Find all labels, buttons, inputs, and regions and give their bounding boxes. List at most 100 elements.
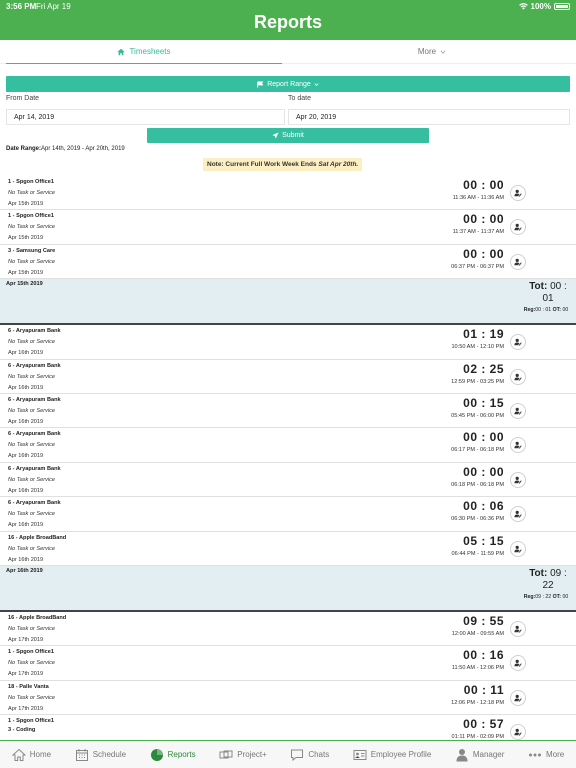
entry-time-range: 11:36 AM - 11:36 AM <box>452 195 504 201</box>
from-date-label: From Date <box>6 95 40 102</box>
edit-entry-button[interactable] <box>510 185 526 201</box>
status-bar: 3:56 PM Fri Apr 19 100% <box>0 2 576 12</box>
entry-job-name: 1 - Spgon Office1 <box>8 649 54 656</box>
entry-time-range: 11:37 AM - 11:37 AM <box>452 229 504 236</box>
timesheet-entry: 6 - Aryapuram Bank No Task or Service Apr … <box>0 360 576 394</box>
entry-date: Apr 15th 2019 <box>8 235 44 242</box>
user-edit-icon <box>514 728 522 736</box>
user-edit-icon <box>514 625 522 633</box>
nav-reports[interactable]: Reports <box>150 748 196 762</box>
entry-duration: 01 : 19 <box>463 327 504 342</box>
entry-time-range: 06:37 PM - 06:37 PM <box>451 263 504 270</box>
entry-date: Apr 16th 2019 <box>8 384 44 391</box>
from-date-field[interactable]: Apr 14, 2019 <box>6 109 285 125</box>
work-week-note: Note: Current Full Work Week Ends Sat Ap… <box>203 158 363 171</box>
entry-duration: 00 : 57 <box>463 717 504 732</box>
day-summary: Apr 16th 2019 Tot: 09 : 22 Reg:09 : 22 OT:… <box>0 565 576 612</box>
user-edit-icon <box>514 258 522 266</box>
edit-entry-button[interactable] <box>510 253 526 270</box>
entry-time-range: 11:50 AM - 12:06 PM <box>451 665 504 672</box>
chevron-down-icon <box>314 82 319 86</box>
entry-time-range: 10:50 AM - 12:10 PM <box>451 344 504 351</box>
entry-duration: 00 : 00 <box>463 212 504 227</box>
user-edit-icon <box>514 407 522 415</box>
report-range-label: Report Range <box>267 80 311 88</box>
edit-entry-button[interactable] <box>510 655 526 672</box>
nav-home[interactable]: Home <box>11 748 52 762</box>
summary-date: Apr 15th 2019 <box>6 281 43 288</box>
summary-total-value: 00 : 01 <box>542 281 567 305</box>
edit-entry-button[interactable] <box>510 540 526 557</box>
entry-job-name: 6 - Aryapuram Bank <box>8 362 61 369</box>
nav-schedule[interactable]: Schedule <box>75 748 126 762</box>
tab-timesheets[interactable]: Timesheets <box>0 40 288 63</box>
entry-date: Apr 16th 2019 <box>8 522 44 529</box>
entry-date: Apr 15th 2019 <box>8 201 44 207</box>
active-tab-indicator <box>6 63 282 64</box>
person-icon <box>455 748 469 762</box>
home-icon <box>11 748 26 762</box>
summary-total: Tot: 09 : 22 <box>526 568 570 592</box>
edit-entry-button[interactable] <box>510 437 526 454</box>
nav-label: Home <box>29 750 52 759</box>
entry-job-name: 1 - Spgon Office1 <box>8 718 54 725</box>
timesheet-entry: 1 - Spgon Office1 No Task or Service Apr 1… <box>0 210 576 245</box>
submit-button[interactable]: Submit <box>147 128 429 143</box>
entry-task: No Task or Service <box>8 511 56 518</box>
timesheet-entry: 1 - Spgon Office1 No Task or Service Apr 1… <box>0 646 576 681</box>
user-edit-icon <box>514 441 522 449</box>
edit-entry-button[interactable] <box>510 368 526 385</box>
timesheet-list: 1 - Spgon Office1 No Task or Service Apr 1… <box>0 176 576 750</box>
edit-entry-button[interactable] <box>510 689 526 706</box>
nav-project[interactable]: Project+ <box>219 748 267 762</box>
entry-time-range: 06:44 PM - 11:59 PM <box>451 550 504 557</box>
entry-date: Apr 16th 2019 <box>8 487 44 494</box>
status-date: Fri Apr 19 <box>36 2 71 11</box>
entry-duration: 00 : 16 <box>463 648 504 663</box>
tab-more[interactable]: More <box>288 40 576 63</box>
nav-chats[interactable]: Chats <box>290 748 329 762</box>
summary-reg-value: 09 : 22 <box>535 593 552 600</box>
summary-reg-value: 00 : 01 <box>535 307 552 314</box>
edit-entry-button[interactable] <box>510 334 526 351</box>
entry-date: Apr 16th 2019 <box>8 418 44 425</box>
summary-reg-label: Reg: <box>523 593 536 600</box>
entry-date: Apr 16th 2019 <box>8 453 44 460</box>
edit-entry-button[interactable] <box>510 620 526 637</box>
edit-entry-button[interactable] <box>510 219 526 236</box>
entry-duration: 00 : 06 <box>463 499 504 514</box>
entry-time-range: 06:30 PM - 06:36 PM <box>451 516 504 523</box>
summary-reg-ot: Reg:09 : 22 OT: 00 <box>522 594 570 600</box>
summary-ot-value: 00 <box>562 307 569 314</box>
entry-task: No Task or Service <box>8 190 56 196</box>
edit-entry-button[interactable] <box>510 402 526 419</box>
nav-label: Manager <box>472 750 505 759</box>
entry-task: No Task or Service <box>8 660 56 667</box>
timesheet-entry: 1 - Spgon Office1 No Task or Service Apr 1… <box>0 176 576 211</box>
entry-task: No Task or Service <box>8 407 56 414</box>
summary-total-label: Tot: <box>529 567 548 579</box>
nav-more[interactable]: More <box>528 748 564 762</box>
edit-entry-button[interactable] <box>510 724 526 741</box>
to-date-field[interactable]: Apr 20, 2019 <box>288 109 570 125</box>
nav-employee-profile[interactable]: Employee Profile <box>353 748 431 762</box>
entry-job-name: 6 - Aryapuram Bank <box>8 465 61 472</box>
entry-job-name: 1 - Spgon Office1 <box>8 179 54 185</box>
nav-label: Reports <box>167 750 196 759</box>
status-right: 100% <box>518 2 570 11</box>
summary-reg-ot: Reg:00 : 01 OT: 00 <box>522 307 570 313</box>
calendar-icon <box>75 748 89 762</box>
entry-duration: 05 : 15 <box>463 533 504 548</box>
note-text: Note: Current Full Work Week Ends <box>207 161 317 168</box>
entry-time-range: 12:06 PM - 12:18 PM <box>451 699 504 706</box>
day-summary: Apr 15th 2019 Tot: 00 : 01 Reg:00 : 01 OT:… <box>0 279 576 326</box>
entry-duration: 02 : 25 <box>463 361 504 376</box>
nav-label: Chats <box>308 750 330 759</box>
edit-entry-button[interactable] <box>510 471 526 488</box>
entry-job-name: 18 - Palle Vanta <box>8 683 49 690</box>
edit-entry-button[interactable] <box>510 506 526 523</box>
report-range-button[interactable]: Report Range <box>6 76 570 92</box>
note-emphasis: Sat Apr 20th. <box>318 161 359 168</box>
id-card-icon <box>353 748 367 762</box>
nav-manager[interactable]: Manager <box>455 748 505 762</box>
